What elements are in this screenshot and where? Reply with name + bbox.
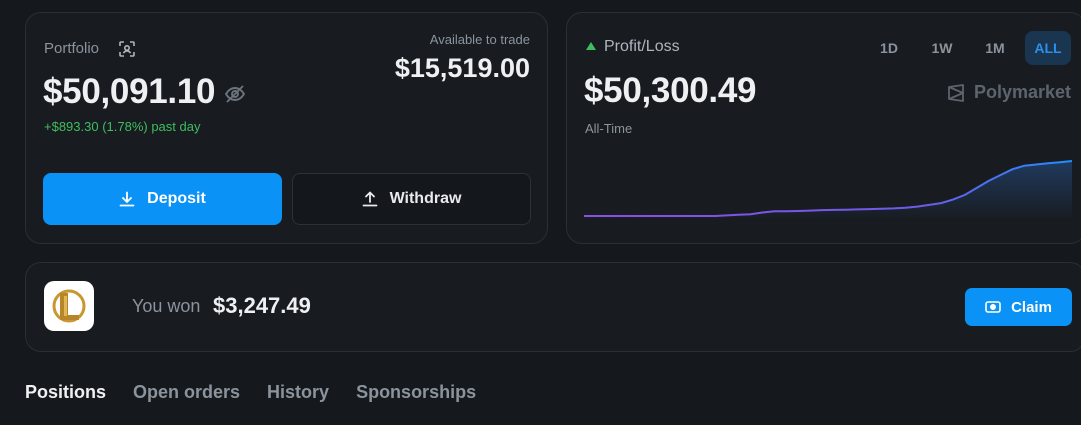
tab-history[interactable]: History (267, 382, 329, 403)
range-tab-1d[interactable]: 1D (866, 31, 912, 65)
deposit-label: Deposit (147, 190, 206, 207)
tab-positions[interactable]: Positions (25, 382, 106, 403)
portfolio-card: Portfolio $50,091.10 +$893.30 (1.78%) pa… (25, 12, 548, 244)
deposit-button[interactable]: Deposit (43, 173, 282, 225)
tab-open-orders[interactable]: Open orders (133, 382, 240, 403)
claim-label: Claim (1011, 298, 1052, 316)
pnl-label: Profit/Loss (604, 38, 680, 55)
portfolio-change: +$893.30 (1.78%) past day (44, 119, 201, 134)
scan-icon[interactable] (119, 41, 135, 57)
polymarket-brand: Polymarket (946, 82, 1071, 103)
available-label: Available to trade (429, 32, 530, 47)
download-icon (119, 191, 135, 207)
winnings-card: You won $3,247.49 Claim (25, 262, 1081, 352)
available-value: $15,519.00 (394, 53, 530, 83)
portfolio-label: Portfolio (44, 40, 100, 57)
hide-balance-icon[interactable] (224, 83, 246, 105)
cash-icon (985, 301, 1001, 313)
won-label: You won (132, 296, 201, 316)
pnl-period: All-Time (585, 121, 633, 136)
league-logo-icon (52, 289, 86, 323)
tab-sponsorships[interactable]: Sponsorships (356, 382, 476, 403)
triangle-up-icon (586, 42, 596, 50)
upload-icon (362, 191, 377, 207)
withdraw-button[interactable]: Withdraw (292, 173, 531, 225)
brand-name: Polymarket (973, 82, 1071, 102)
positions-tabs: Positions Open orders History Sponsorshi… (25, 382, 476, 403)
pnl-value: $50,300.49 (584, 71, 757, 110)
range-tab-all[interactable]: ALL (1025, 31, 1071, 65)
market-logo (44, 281, 94, 331)
range-tab-1w[interactable]: 1W (919, 31, 965, 65)
pnl-chart (584, 160, 1072, 220)
withdraw-label: Withdraw (389, 190, 462, 207)
range-tabs: 1D 1W 1M ALL (866, 31, 1071, 65)
polymarket-logo-icon (948, 83, 964, 102)
won-amount: $3,247.49 (213, 293, 311, 318)
pnl-card: Profit/Loss $50,300.49 All-Time 1D 1W 1M… (566, 12, 1081, 244)
range-tab-1m[interactable]: 1M (972, 31, 1018, 65)
portfolio-value: $50,091.10 (43, 72, 216, 111)
claim-button[interactable]: Claim (965, 288, 1072, 326)
chart-area (584, 161, 1072, 220)
